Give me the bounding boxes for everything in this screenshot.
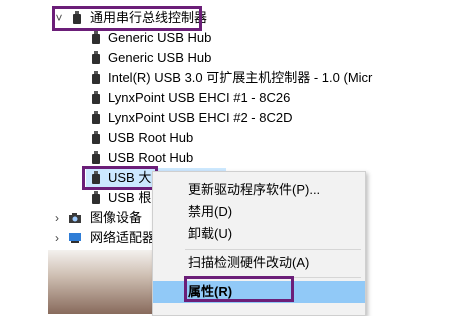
menu-item-label: 更新驱动程序软件(P)...: [188, 182, 321, 197]
usb-plug-icon: [91, 71, 101, 85]
device-label: USB Root Hub: [108, 130, 194, 145]
tree-item-intel-usb3[interactable]: Intel(R) USB 3.0 可扩展主机控制器 - 1.0 (Micr: [88, 68, 455, 88]
highlight-box-device: [82, 166, 158, 190]
menu-item-disable[interactable]: 禁用(D): [153, 201, 365, 223]
device-label: Generic USB Hub: [108, 50, 212, 65]
device-label: LynxPoint USB EHCI #1 - 8C26: [108, 90, 291, 105]
device-label: USB 根: [108, 190, 152, 205]
network-adapter-icon: [69, 233, 81, 243]
menu-item-uninstall[interactable]: 卸载(U): [153, 223, 365, 245]
highlight-box-properties: [184, 276, 294, 302]
menu-item-update-driver[interactable]: 更新驱动程序软件(P)...: [153, 179, 365, 201]
menu-item-label: 禁用(D): [188, 204, 233, 219]
device-label: Generic USB Hub: [108, 30, 212, 45]
usb-plug-icon: [91, 51, 101, 65]
menu-separator: [185, 249, 361, 250]
usb-plug-icon: [91, 31, 101, 45]
usb-plug-icon: [91, 191, 101, 205]
chevron-right-icon[interactable]: ›: [52, 228, 62, 248]
category-label: 图像设备: [90, 210, 143, 225]
device-label: USB Root Hub: [108, 150, 194, 165]
chevron-right-icon[interactable]: ›: [52, 208, 62, 228]
device-label: LynxPoint USB EHCI #2 - 8C2D: [108, 110, 293, 125]
camera-icon: [69, 213, 81, 223]
menu-item-label: 扫描检测硬件改动(A): [188, 255, 310, 270]
device-label: Intel(R) USB 3.0 可扩展主机控制器 - 1.0 (Micr: [108, 70, 373, 85]
usb-plug-icon: [91, 91, 101, 105]
usb-plug-icon: [91, 151, 101, 165]
usb-plug-icon: [91, 131, 101, 145]
menu-item-scan-hardware[interactable]: 扫描检测硬件改动(A): [153, 252, 365, 274]
category-label: 网络适配器: [90, 230, 156, 245]
usb-plug-icon: [91, 111, 101, 125]
menu-item-label: 卸载(U): [188, 226, 233, 241]
